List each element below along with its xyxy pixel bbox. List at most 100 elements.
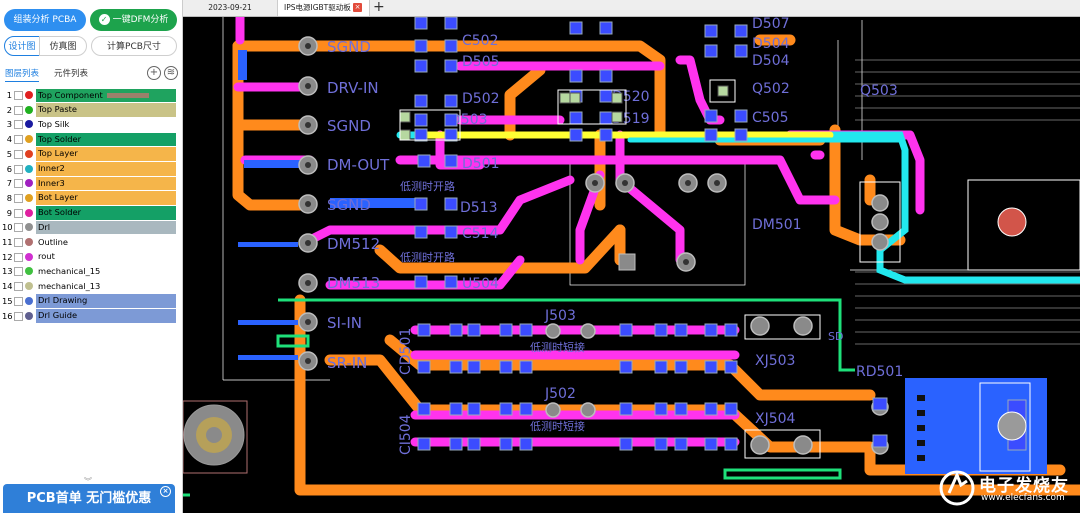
tab-component-list[interactable]: 元件列表 bbox=[54, 67, 88, 79]
add-layer-icon[interactable]: + bbox=[147, 66, 161, 80]
layer-row[interactable]: 3 Top Silk bbox=[0, 117, 183, 132]
layer-color-swatch[interactable] bbox=[25, 311, 33, 320]
ref-d513: D513 bbox=[460, 200, 498, 216]
layer-row[interactable]: 4 Top Solder bbox=[0, 132, 183, 147]
ref-j503: J503 bbox=[544, 308, 576, 324]
promo-text: PCB首单 无门槛优惠 bbox=[26, 491, 152, 506]
tab-design-view[interactable]: 设计图 bbox=[4, 36, 40, 56]
promo-banner[interactable]: PCB首单 无门槛优惠 × bbox=[3, 484, 175, 513]
layer-row[interactable]: 1 Top Component bbox=[0, 88, 183, 103]
layer-index: 4 bbox=[6, 134, 12, 145]
layer-visibility-checkbox[interactable] bbox=[14, 135, 23, 145]
layer-visibility-checkbox[interactable] bbox=[14, 164, 23, 174]
layer-row[interactable]: 14 mechanical_13 bbox=[0, 279, 183, 294]
tab-simulation-view[interactable]: 仿真图 bbox=[39, 36, 87, 56]
layer-name: Top Silk bbox=[38, 118, 70, 129]
mounting-hole bbox=[183, 400, 248, 474]
layer-color-swatch[interactable] bbox=[25, 105, 33, 114]
layer-visibility-checkbox[interactable] bbox=[14, 223, 23, 233]
layer-row[interactable]: 16 Drl Guide bbox=[0, 309, 183, 324]
layer-color-swatch[interactable] bbox=[25, 223, 33, 232]
layer-color-swatch[interactable] bbox=[25, 135, 33, 144]
layer-name: mechanical_15 bbox=[38, 265, 101, 276]
dfm-label: 一键DFM分析 bbox=[112, 15, 169, 25]
label-sgnd-2: SGND bbox=[327, 117, 371, 135]
tab-date[interactable]: 2023-09-21 bbox=[183, 0, 278, 16]
ref-dm501: DM501 bbox=[752, 217, 802, 233]
layer-color-swatch[interactable] bbox=[25, 282, 33, 291]
note-open-1: 低测时开路 bbox=[400, 180, 455, 193]
layer-visibility-checkbox[interactable] bbox=[14, 267, 23, 277]
layer-row[interactable]: 10 Drl bbox=[0, 220, 183, 235]
layer-name: Top Component bbox=[36, 88, 176, 102]
layer-visibility-checkbox[interactable] bbox=[14, 105, 23, 115]
layer-visibility-checkbox[interactable] bbox=[14, 296, 23, 306]
new-tab-icon[interactable]: + bbox=[373, 0, 385, 15]
layer-row[interactable]: 7 Inner3 bbox=[0, 176, 183, 191]
label-sgnd-3: SGND bbox=[327, 196, 371, 214]
layer-name: Top Solder bbox=[36, 132, 176, 147]
layer-visibility-checkbox[interactable] bbox=[14, 252, 23, 262]
watermark: 电子发烧友 www.elecfans.com bbox=[935, 463, 1080, 513]
layer-row[interactable]: 12 rout bbox=[0, 250, 183, 265]
layer-index: 1 bbox=[6, 90, 12, 100]
layer-row[interactable]: 9 Bot Solder bbox=[0, 206, 183, 221]
layer-index: 9 bbox=[6, 207, 12, 218]
layer-color-swatch[interactable] bbox=[25, 179, 33, 188]
layer-row[interactable]: 2 Top Paste bbox=[0, 103, 183, 118]
layer-visibility-checkbox[interactable] bbox=[14, 238, 23, 247]
ref-cd501: CD501 bbox=[398, 328, 414, 375]
watermark-url: www.elecfans.com bbox=[981, 493, 1065, 503]
ref-d501: D501 bbox=[462, 156, 500, 172]
layer-color-swatch[interactable] bbox=[25, 208, 33, 217]
left-panel: 组装分析 PCBA ✓ 一键DFM分析 设计图 仿真图 计算PCB尺寸 图层列表 … bbox=[0, 0, 183, 513]
layer-index: 7 bbox=[6, 178, 12, 189]
label-sr-in: SR-IN bbox=[327, 354, 367, 372]
layer-visibility-checkbox[interactable] bbox=[14, 179, 23, 189]
tab-layer-list[interactable]: 图层列表 bbox=[5, 67, 40, 82]
ref-d507: D507 bbox=[752, 17, 790, 32]
layer-row[interactable]: 15 Drl Drawing bbox=[0, 294, 183, 309]
layer-index: 15 bbox=[2, 295, 13, 306]
note-open-2: 低测时开路 bbox=[400, 251, 455, 264]
close-icon[interactable]: × bbox=[160, 486, 171, 497]
layer-visibility-checkbox[interactable] bbox=[14, 193, 23, 203]
layer-color-swatch[interactable] bbox=[25, 149, 33, 158]
layer-color-swatch[interactable] bbox=[25, 91, 33, 99]
layer-row[interactable]: 6 Inner2 bbox=[0, 162, 183, 177]
redacted-mark bbox=[106, 92, 149, 98]
layer-color-swatch[interactable] bbox=[25, 164, 33, 173]
note-short-2: 低测时短接 bbox=[530, 419, 585, 433]
layer-visibility-checkbox[interactable] bbox=[14, 208, 23, 218]
layer-color-swatch[interactable] bbox=[25, 193, 33, 202]
layer-row[interactable]: 11 Outline bbox=[0, 235, 183, 250]
layer-name: Drl Drawing bbox=[36, 294, 176, 308]
layer-name: rout bbox=[38, 251, 55, 262]
label-dm513: DM513 bbox=[327, 274, 380, 292]
layer-row[interactable]: 5 Top Layer bbox=[0, 147, 183, 162]
dfm-analysis-button[interactable]: ✓ 一键DFM分析 bbox=[90, 9, 177, 31]
layer-row[interactable]: 13 mechanical_15 bbox=[0, 264, 183, 279]
layer-visibility-checkbox[interactable] bbox=[14, 282, 23, 292]
layer-visibility-checkbox[interactable] bbox=[14, 91, 23, 100]
close-tab-icon[interactable]: × bbox=[353, 3, 362, 12]
ref-ci504: CI504 bbox=[398, 414, 414, 455]
layer-visibility-checkbox[interactable] bbox=[14, 311, 23, 321]
layer-name: Inner2 bbox=[36, 162, 176, 176]
ref-c502: C502 bbox=[462, 33, 499, 49]
calc-pcb-size-button[interactable]: 计算PCB尺寸 bbox=[91, 36, 177, 56]
layers-icon[interactable]: ≋ bbox=[164, 66, 178, 80]
pcba-analysis-button[interactable]: 组装分析 PCBA bbox=[4, 9, 86, 31]
layer-name: Bot Layer bbox=[36, 191, 176, 205]
pcb-canvas[interactable]: SGND DRV-IN SGND DM-OUT SGND DM512 DM513… bbox=[183, 17, 1080, 513]
layer-visibility-checkbox[interactable] bbox=[14, 120, 23, 130]
layer-row[interactable]: 8 Bot Layer bbox=[0, 191, 183, 206]
layer-color-swatch[interactable] bbox=[25, 238, 33, 246]
layer-color-swatch[interactable] bbox=[25, 267, 33, 276]
layer-color-swatch[interactable] bbox=[25, 120, 33, 129]
layer-color-swatch[interactable] bbox=[25, 296, 33, 305]
layer-color-swatch[interactable] bbox=[25, 252, 33, 261]
layer-index: 5 bbox=[6, 148, 12, 159]
ref-u504: U504 bbox=[462, 276, 499, 292]
layer-visibility-checkbox[interactable] bbox=[14, 149, 23, 159]
